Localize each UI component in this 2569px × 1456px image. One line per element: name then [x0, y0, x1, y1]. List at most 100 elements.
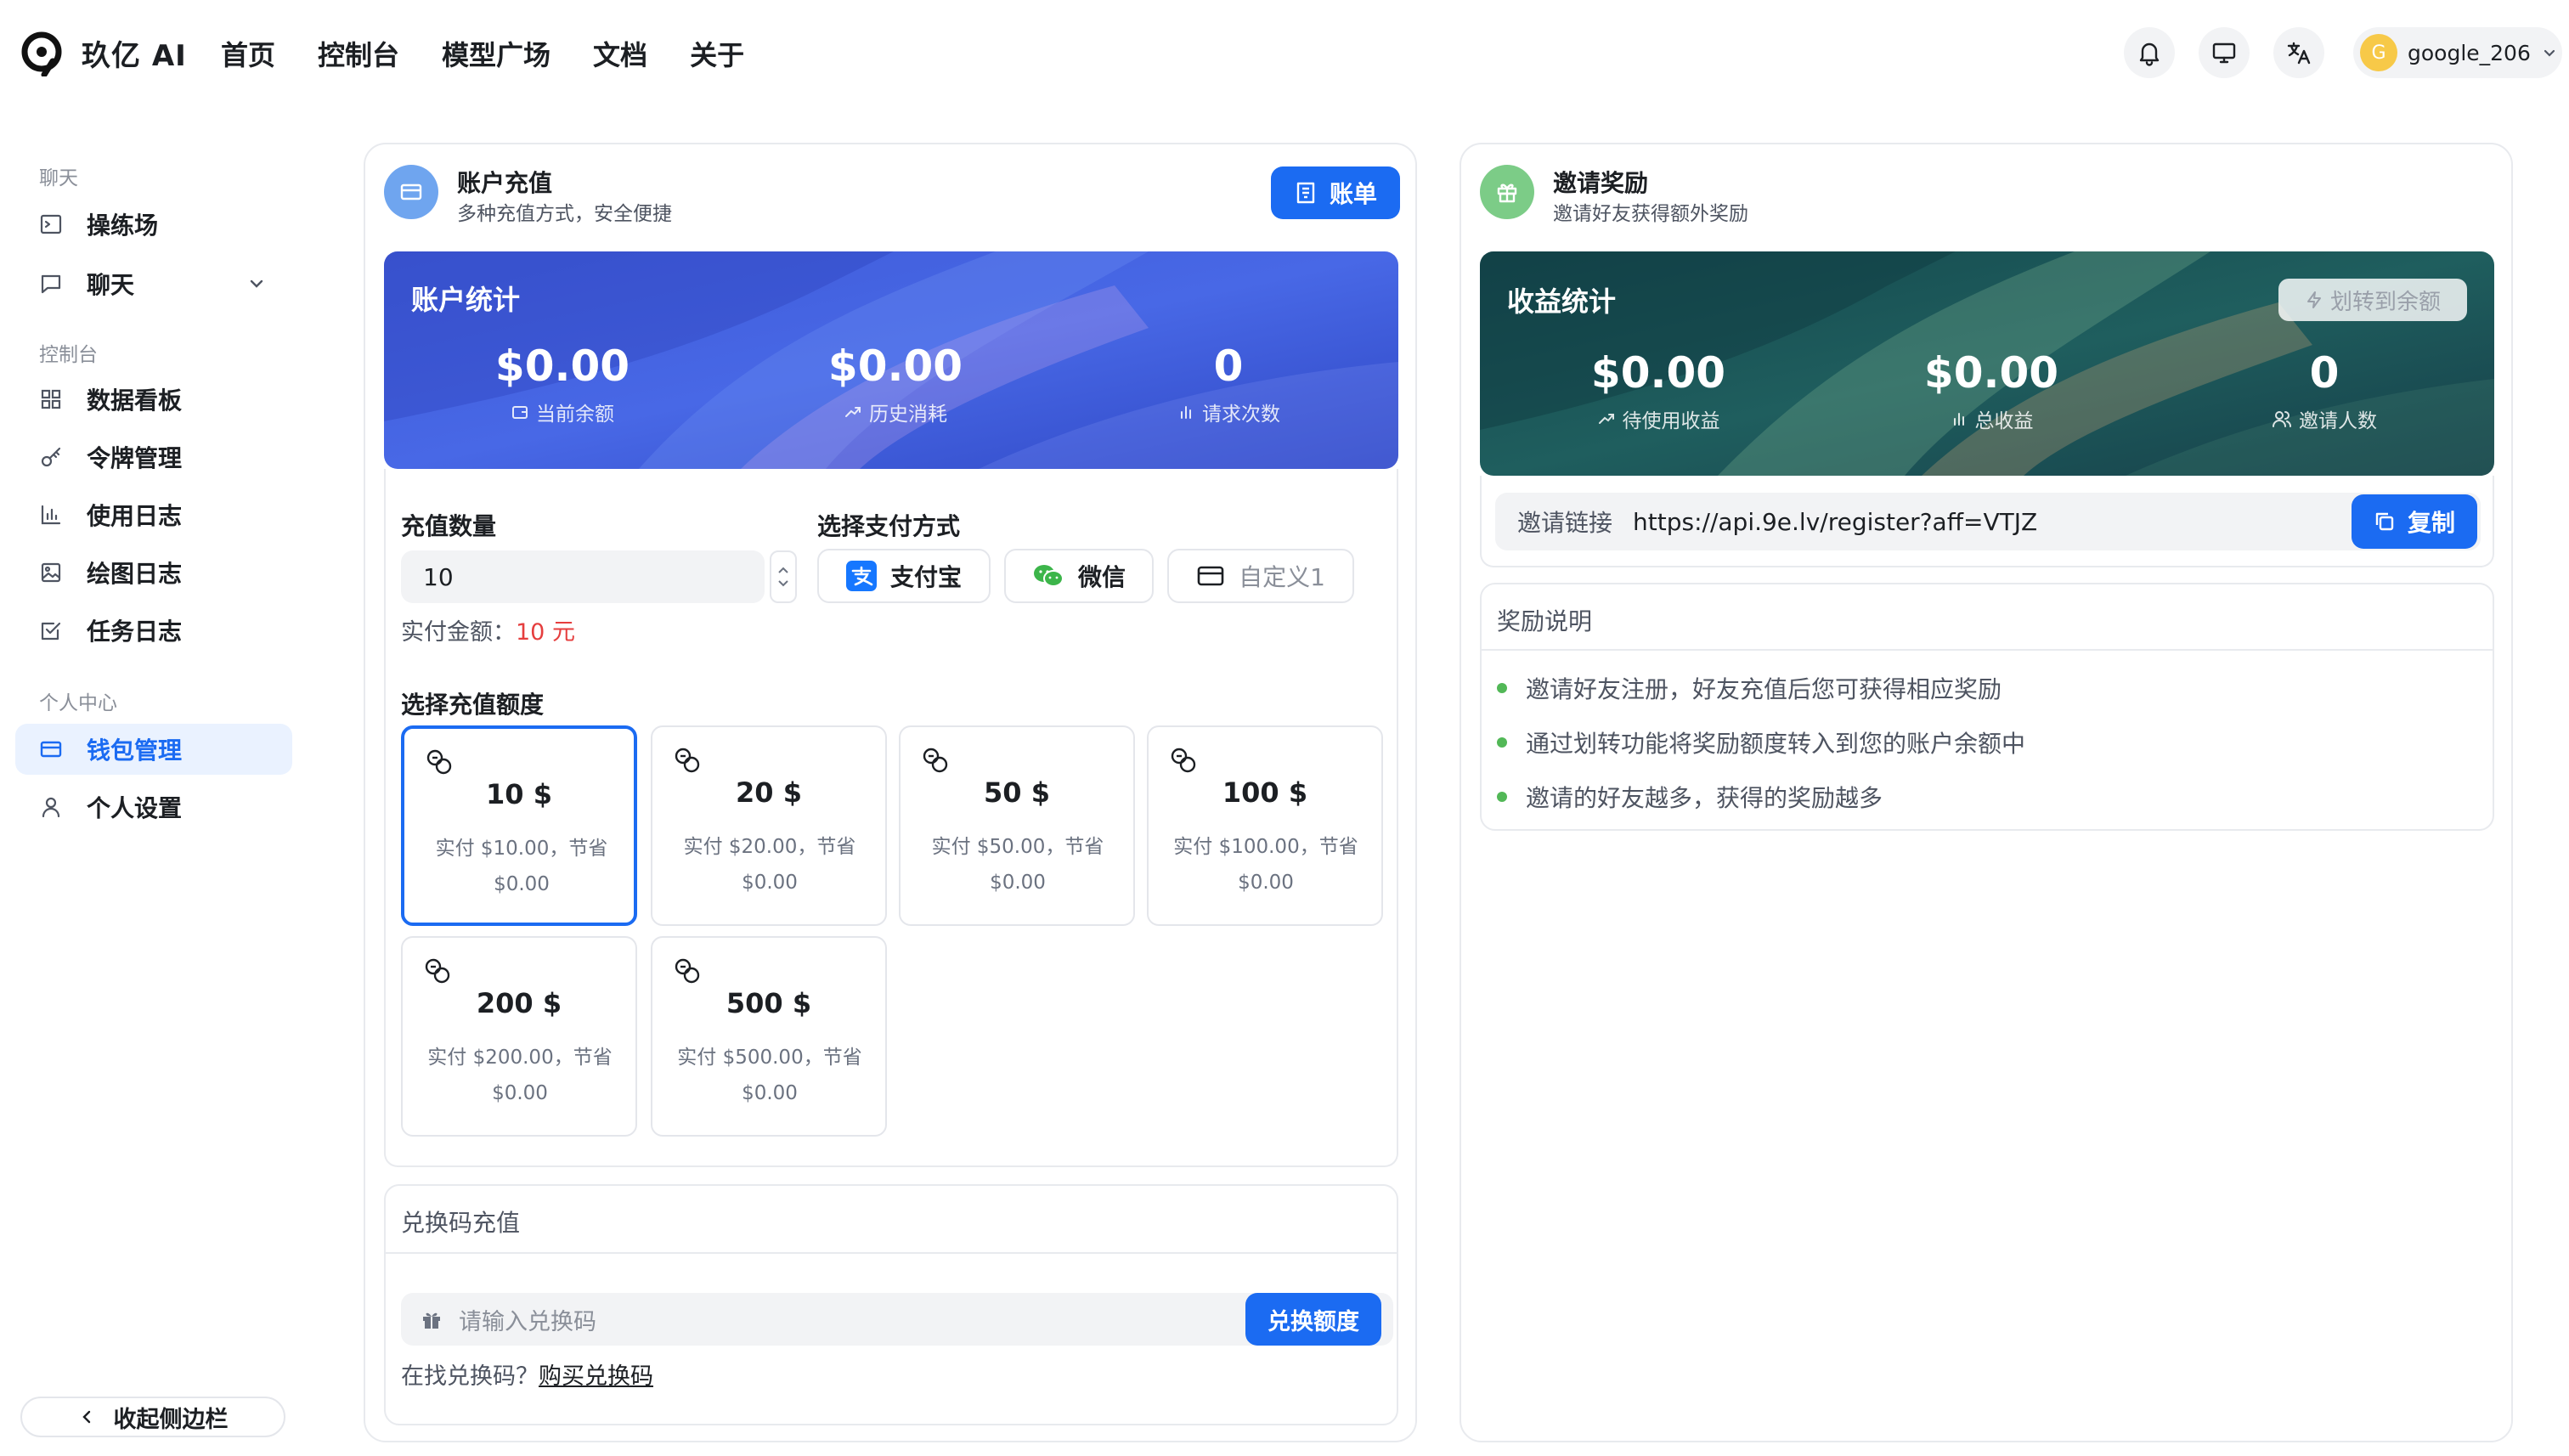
sidebar-item-wallet[interactable]: 钱包管理	[15, 724, 292, 775]
chevron-down-icon[interactable]	[777, 579, 789, 588]
top-navigation-bar: 玖亿 AI 首页 控制台 模型广场 文档 关于 G google_206	[0, 0, 2569, 109]
quota-label: 选择充值额度	[401, 691, 545, 719]
key-icon	[39, 445, 63, 469]
account-stats-banner: 账户统计 $0.00 当前余额 $0.00 历史消耗 0 请求次数	[384, 251, 1398, 469]
quota-option[interactable]: 200 $ 实付 $200.00，节省 $0.00	[401, 936, 637, 1137]
language-translate-icon[interactable]	[2273, 27, 2324, 78]
stat-value: $0.00	[1923, 348, 2059, 398]
sidebar-item-drawing-log[interactable]: 绘图日志	[15, 547, 292, 598]
recharge-title: 账户充值	[457, 169, 553, 197]
recharge-amount-input[interactable]: 10	[401, 550, 765, 603]
avatar: G	[2360, 34, 2397, 71]
sidebar-group-console: 控制台	[39, 344, 98, 366]
reward-rule: 通过划转功能将奖励额度转入到您的账户余额中	[1497, 725, 2025, 759]
stat-value: $0.00	[494, 341, 630, 391]
chevron-down-icon	[2541, 44, 2558, 61]
quota-option[interactable]: 20 $ 实付 $20.00，节省 $0.00	[651, 725, 887, 926]
wallet-card-icon	[39, 737, 63, 761]
sidebar-item-dashboard[interactable]: 数据看板	[15, 374, 292, 425]
coins-icon	[1169, 746, 1198, 775]
stat-label: 总收益	[1974, 410, 2034, 432]
credit-card-icon	[1196, 564, 1225, 588]
nav-docs[interactable]: 文档	[593, 34, 647, 73]
quota-desc: 实付 $200.00，节省 $0.00	[427, 1047, 613, 1104]
quota-option[interactable]: 100 $ 实付 $100.00，节省 $0.00	[1147, 725, 1383, 926]
stat-value: 0	[1213, 341, 1244, 391]
nav-console[interactable]: 控制台	[318, 34, 399, 73]
redeem-title: 兑换码充值	[401, 1209, 521, 1237]
quota-option[interactable]: 50 $ 实付 $50.00，节省 $0.00	[899, 725, 1135, 926]
sidebar-group-chat: 聊天	[39, 167, 78, 189]
brand-logo-icon[interactable]	[19, 31, 65, 76]
redeem-hint: 在找兑换码？购买兑换码	[401, 1357, 653, 1391]
stat-pending-earnings: $0.00 待使用收益	[1505, 348, 1811, 433]
coins-icon	[673, 957, 702, 985]
redeem-placeholder: 请输入兑换码	[459, 1308, 596, 1335]
reward-rule: 邀请好友注册，好友充值后您可获得相应奖励	[1497, 671, 2002, 705]
sidebar-item-label: 使用日志	[87, 502, 183, 530]
nav-about[interactable]: 关于	[690, 34, 744, 73]
bullet-dot	[1497, 737, 1507, 748]
redeem-code-input[interactable]: 请输入兑换码	[401, 1293, 1393, 1346]
transfer-to-balance-button[interactable]: 划转到余额	[2278, 279, 2467, 321]
chevron-left-icon	[78, 1408, 95, 1425]
quota-option[interactable]: 10 $ 实付 $10.00，节省 $0.00	[401, 725, 637, 926]
quota-option[interactable]: 500 $ 实付 $500.00，节省 $0.00	[651, 936, 887, 1137]
chevron-up-icon[interactable]	[777, 566, 789, 574]
quota-desc: 实付 $50.00，节省 $0.00	[931, 836, 1104, 894]
divider	[1482, 649, 2493, 651]
quota-amount: 200 $	[476, 987, 562, 1019]
notification-bell-icon[interactable]	[2124, 27, 2175, 78]
redeem-button[interactable]: 兑换额度	[1245, 1293, 1381, 1346]
stat-request-count: 0 请求次数	[1076, 341, 1381, 426]
sidebar-item-label: 个人设置	[87, 794, 183, 822]
buy-redeem-code-link[interactable]: 购买兑换码	[539, 1363, 653, 1390]
sidebar-item-label: 绘图日志	[87, 560, 183, 588]
pay-wechat-button[interactable]: 微信	[1004, 549, 1154, 603]
invite-link-url[interactable]: https://api.9e.lv/register?aff=VTJZ	[1633, 508, 2037, 536]
pay-method-label: 微信	[1077, 563, 1126, 591]
sidebar-item-label: 令牌管理	[87, 444, 183, 472]
pay-custom-button[interactable]: 自定义1	[1167, 549, 1354, 603]
amount-stepper[interactable]	[770, 550, 797, 603]
bill-button[interactable]: 账单	[1271, 166, 1400, 219]
stat-label: 当前余额	[536, 404, 614, 426]
chevron-down-icon[interactable]	[246, 274, 267, 294]
actual-payment-line: 实付金额：10 元	[401, 613, 575, 646]
earnings-stats-banner: 收益统计 划转到余额 $0.00 待使用收益 $0.00 总收益 0 邀请人数	[1480, 251, 2494, 476]
invite-title: 邀请奖励	[1553, 169, 1649, 197]
sidebar-item-chat[interactable]: 聊天	[15, 258, 292, 309]
pay-alipay-button[interactable]: 支付宝	[817, 549, 991, 603]
brand-name[interactable]: 玖亿 AI	[82, 32, 187, 74]
quota-desc: 实付 $10.00，节省 $0.00	[435, 838, 608, 895]
sidebar-item-playground[interactable]: 操练场	[15, 199, 292, 250]
sidebar-item-label: 任务日志	[87, 618, 183, 646]
sidebar-item-usage-log[interactable]: 使用日志	[15, 489, 292, 540]
pay-method-label: 自定义1	[1239, 563, 1325, 591]
sidebar-item-tokens[interactable]: 令牌管理	[15, 432, 292, 483]
nav-model-market[interactable]: 模型广场	[442, 34, 550, 73]
bill-button-label: 账单	[1329, 180, 1377, 208]
actual-payment-label: 实付金额：	[401, 619, 516, 646]
stat-current-balance: $0.00 当前余额	[409, 341, 715, 426]
copy-button-label: 复制	[2407, 509, 2455, 537]
divider	[386, 1252, 1397, 1254]
chat-bubble-icon	[39, 272, 63, 296]
user-menu[interactable]: G google_206	[2353, 27, 2562, 78]
users-icon	[2272, 409, 2292, 428]
transfer-label: 划转到余额	[2329, 289, 2441, 315]
invite-subtitle: 邀请好友获得额外奖励	[1553, 203, 1748, 225]
coins-icon	[921, 746, 950, 775]
stat-value: $0.00	[827, 341, 963, 391]
sidebar-item-task-log[interactable]: 任务日志	[15, 605, 292, 656]
stat-label: 历史消耗	[869, 404, 947, 426]
collapse-sidebar-button[interactable]: 收起侧边栏	[20, 1397, 285, 1437]
theme-monitor-icon[interactable]	[2199, 27, 2250, 78]
nav-home[interactable]: 首页	[221, 34, 275, 73]
stat-value: $0.00	[1590, 348, 1726, 398]
quota-amount: 500 $	[726, 987, 812, 1019]
dashboard-grid-icon	[39, 387, 63, 411]
sidebar-item-settings[interactable]: 个人设置	[15, 782, 292, 832]
copy-link-button[interactable]: 复制	[2352, 494, 2477, 549]
image-icon	[39, 561, 63, 584]
